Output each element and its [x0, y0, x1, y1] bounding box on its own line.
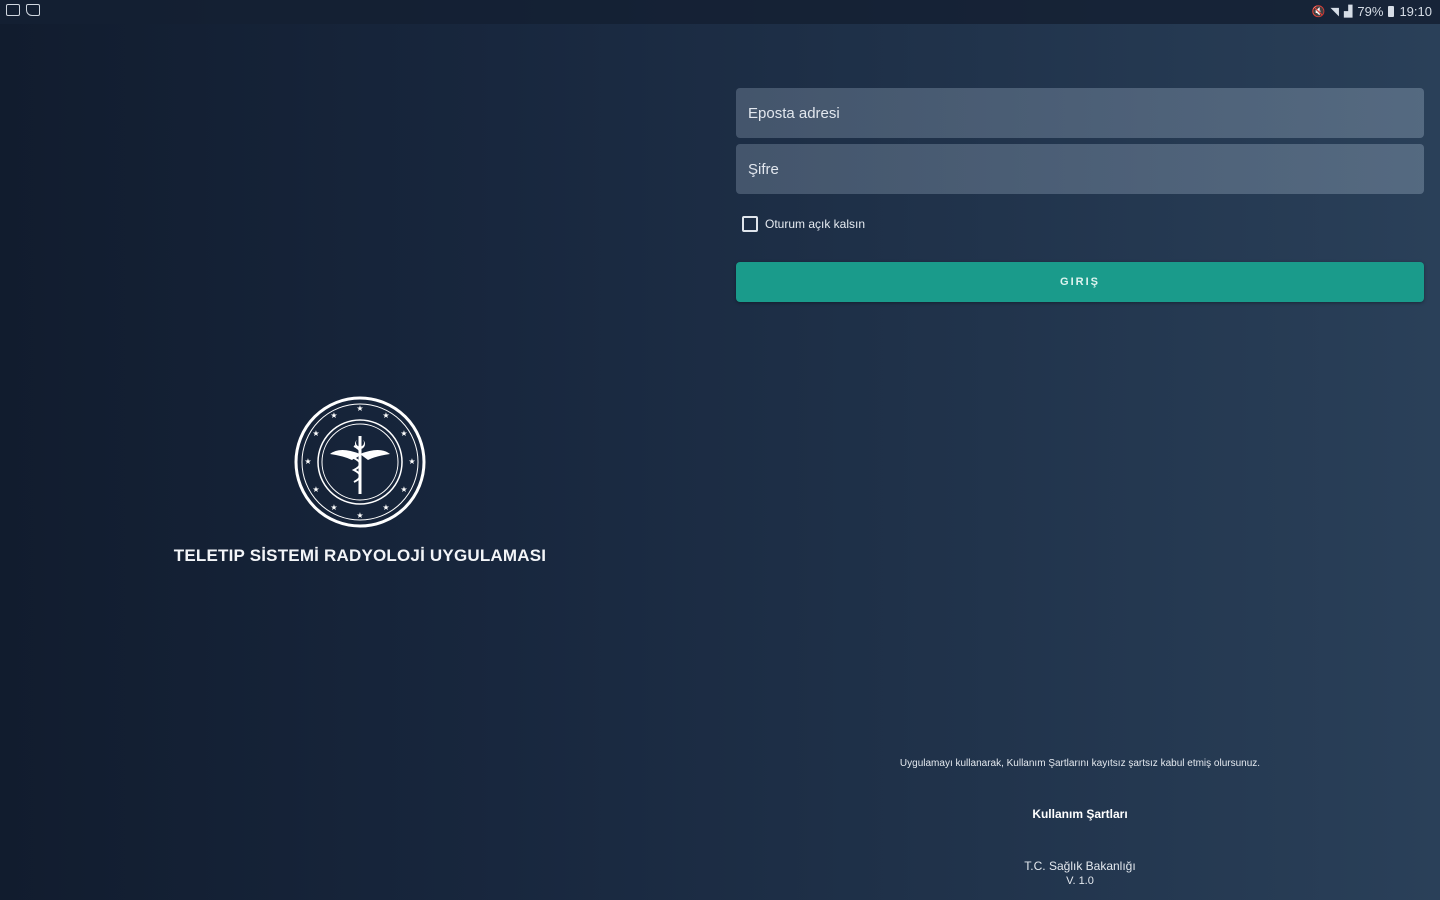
- status-bar: 🔇 ◥ ▟ 79% 19:10: [0, 0, 1440, 24]
- login-screen: 🔇 ◥ ▟ 79% 19:10 ★ ★ ★ ★ ★ ★ ★ ★ ★ ★ ★ ★ …: [0, 0, 1440, 900]
- mute-icon: 🔇: [1311, 6, 1326, 18]
- login-button[interactable]: GIRIŞ: [736, 262, 1424, 302]
- svg-text:★: ★: [382, 411, 389, 420]
- password-field[interactable]: [736, 144, 1424, 194]
- remember-label: Oturum açık kalsın: [765, 217, 866, 231]
- email-field[interactable]: [736, 88, 1424, 138]
- battery-icon: [1388, 6, 1395, 17]
- app-version: V. 1.0: [1066, 875, 1094, 887]
- status-right: 🔇 ◥ ▟ 79% 19:10: [1312, 4, 1432, 19]
- terms-note: Uygulamayı kullanarak, Kullanım Şartları…: [899, 758, 1261, 769]
- image-icon: [6, 4, 20, 16]
- ministry-emblem-icon: ★ ★ ★ ★ ★ ★ ★ ★ ★ ★ ★ ★: [294, 396, 426, 528]
- status-left: [6, 4, 40, 16]
- password-input[interactable]: [746, 159, 1414, 179]
- ministry-name: T.C. Sağlık Bakanlığı: [1024, 859, 1136, 873]
- svg-text:★: ★: [312, 485, 319, 494]
- svg-text:★: ★: [330, 503, 337, 512]
- remember-checkbox[interactable]: [742, 216, 758, 232]
- cast-icon: [26, 4, 40, 16]
- svg-text:★: ★: [382, 503, 389, 512]
- svg-text:★: ★: [408, 457, 415, 466]
- brand: ★ ★ ★ ★ ★ ★ ★ ★ ★ ★ ★ ★ TELETIP SİSTEMİ …: [170, 396, 550, 566]
- signal-icon: ▟: [1343, 6, 1353, 18]
- app-title: TELETIP SİSTEMİ RADYOLOJİ UYGULAMASI: [173, 546, 547, 565]
- remember-me[interactable]: Oturum açık kalsın: [742, 216, 865, 232]
- svg-text:★: ★: [356, 511, 363, 520]
- svg-text:★: ★: [330, 411, 337, 420]
- clock: 19:10: [1399, 4, 1432, 19]
- footer: Uygulamayı kullanarak, Kullanım Şartları…: [736, 758, 1424, 888]
- svg-text:★: ★: [312, 429, 319, 438]
- svg-text:★: ★: [400, 429, 407, 438]
- svg-text:★: ★: [304, 457, 311, 466]
- svg-text:★: ★: [356, 404, 363, 413]
- svg-text:★: ★: [400, 485, 407, 494]
- wifi-icon: ◥: [1330, 6, 1339, 18]
- terms-link[interactable]: Kullanım Şartları: [1032, 807, 1127, 821]
- email-input[interactable]: [746, 103, 1414, 123]
- battery-percent: 79%: [1357, 4, 1384, 19]
